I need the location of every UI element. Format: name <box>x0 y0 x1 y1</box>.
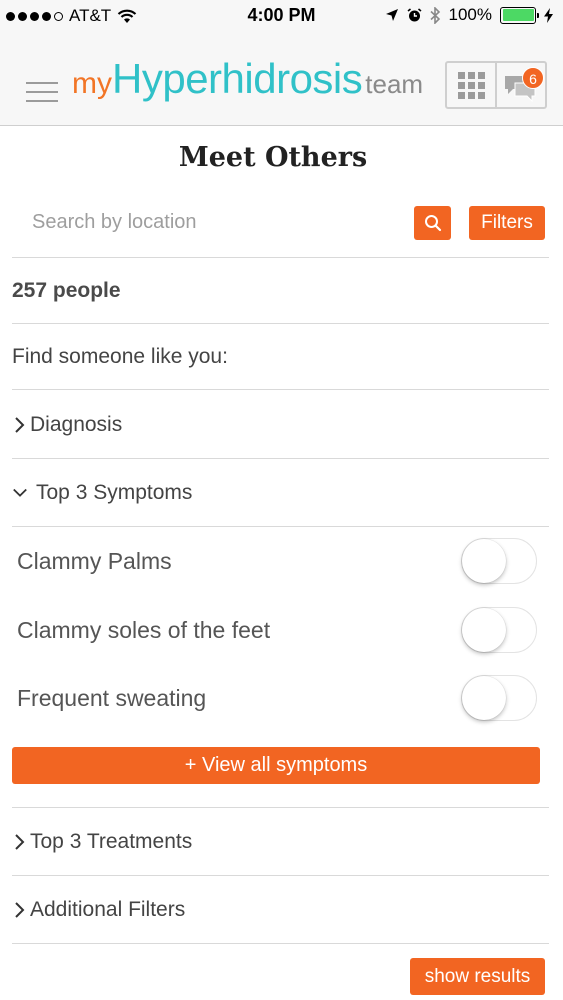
symptom-item: Clammy Palms <box>17 527 547 595</box>
filters-button[interactable]: Filters <box>469 206 545 240</box>
location-search-input[interactable] <box>12 200 402 244</box>
messages-badge: 6 <box>522 67 544 89</box>
symptom-toggle[interactable] <box>461 538 537 584</box>
symptom-label: Clammy Palms <box>17 547 172 574</box>
search-button[interactable] <box>414 206 451 240</box>
grid-icon <box>457 71 485 99</box>
symptom-toggle[interactable] <box>461 675 537 721</box>
diagnosis-label: Diagnosis <box>30 412 123 436</box>
messages-button[interactable]: 6 <box>497 63 545 107</box>
chevron-right-icon <box>15 901 25 918</box>
symptoms-section-toggle[interactable]: Top 3 Symptoms <box>12 459 549 527</box>
diagnosis-section-toggle[interactable]: Diagnosis <box>12 391 549 459</box>
alarm-icon <box>407 7 422 21</box>
view-all-symptoms-button[interactable]: + View all symptoms <box>12 747 540 784</box>
symptom-label: Clammy soles of the feet <box>17 616 271 643</box>
symptom-label: Frequent sweating <box>17 684 207 711</box>
apps-button[interactable] <box>447 63 497 107</box>
status-right: 100% <box>385 5 553 25</box>
symptom-toggle[interactable] <box>461 607 537 653</box>
app-logo[interactable]: myHyperhidrosis team <box>72 58 423 100</box>
battery-percent: 100% <box>448 5 492 24</box>
chevron-right-icon <box>15 416 25 433</box>
logo-team: team <box>365 69 424 99</box>
location-arrow-icon <box>385 9 398 21</box>
additional-filters-toggle[interactable]: Additional Filters <box>12 876 549 944</box>
treatments-section-toggle[interactable]: Top 3 Treatments <box>12 808 549 876</box>
search-bar: Filters <box>12 200 549 258</box>
bluetooth-icon <box>429 6 440 24</box>
additional-filters-label: Additional Filters <box>30 897 186 921</box>
find-label: Find someone like you: <box>12 324 549 390</box>
chevron-right-icon <box>15 833 25 850</box>
charging-bolt-icon <box>544 7 553 23</box>
status-bar: AT&T 4:00 PM 100% <box>0 0 563 32</box>
symptom-item: Clammy soles of the feet <box>17 596 547 664</box>
app-header: myHyperhidrosis team 6 <box>0 32 563 126</box>
battery-icon <box>500 6 539 24</box>
logo-my: my <box>72 67 112 100</box>
search-icon <box>424 215 441 232</box>
chevron-down-icon <box>13 488 27 497</box>
symptoms-label: Top 3 Symptoms <box>36 480 193 504</box>
logo-brand: Hyperhidrosis <box>112 55 363 102</box>
show-results-button[interactable]: show results <box>410 958 545 995</box>
page-title: Meet Others <box>178 142 368 173</box>
people-count: 257 people <box>12 258 549 324</box>
header-actions: 6 <box>445 61 547 109</box>
treatments-label: Top 3 Treatments <box>30 829 193 853</box>
symptom-item: Frequent sweating <box>17 664 547 732</box>
menu-icon[interactable] <box>26 82 58 102</box>
